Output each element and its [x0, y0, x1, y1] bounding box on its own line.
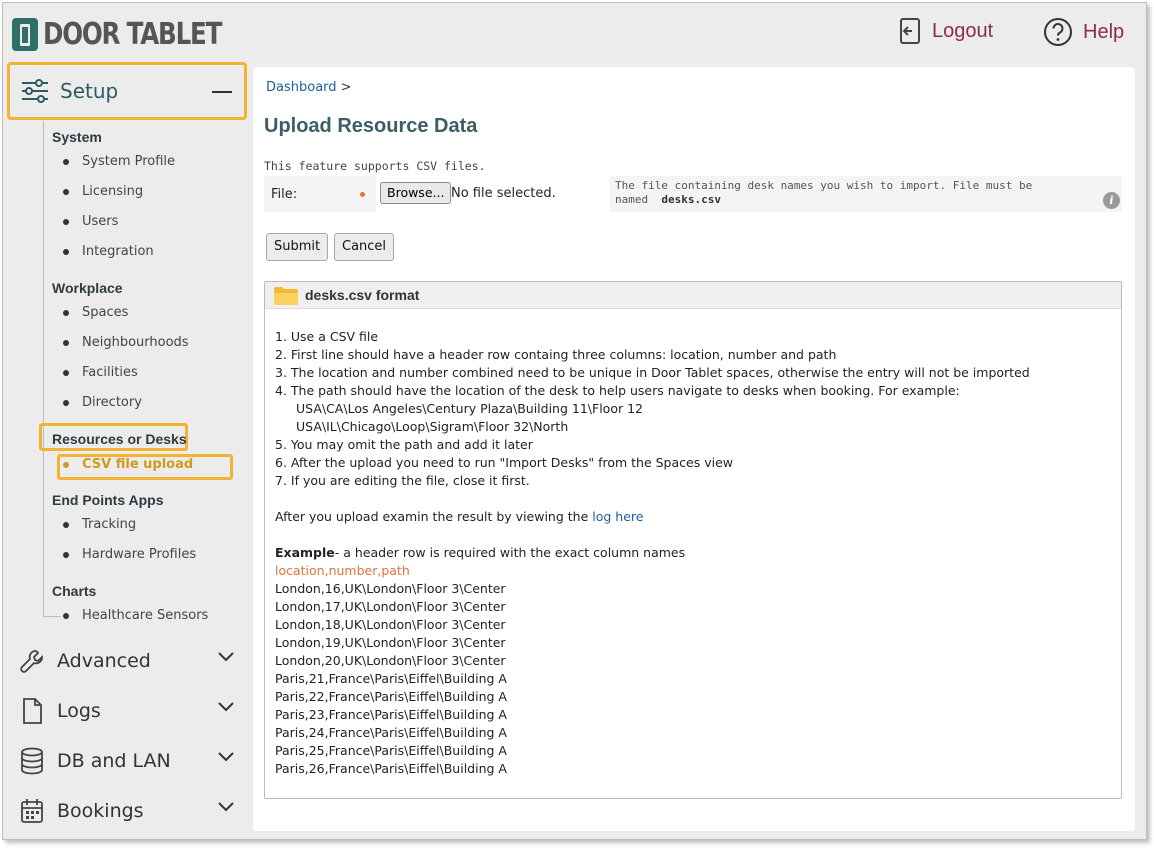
- app-window: DOOR TABLET Logout Help Setup System Sys…: [2, 2, 1147, 840]
- nav-logs[interactable]: Logs: [19, 693, 235, 729]
- logout-label: Logout: [932, 19, 994, 42]
- csv-row: Paris,26,France\Paris\Eiffel\Building A: [275, 761, 507, 776]
- cancel-button[interactable]: Cancel: [334, 233, 395, 261]
- logo-text: DOOR TABLET: [43, 16, 222, 52]
- sidebar-item-hardware-profiles[interactable]: Hardware Profiles: [63, 547, 196, 562]
- csv-row: London,16,UK\London\Floor 3\Center: [275, 581, 506, 596]
- logout-link[interactable]: Logout: [898, 17, 993, 45]
- format-instructions: 1. Use a CSV file 2. First line should h…: [275, 329, 1030, 776]
- collapse-minus-icon: [212, 91, 232, 93]
- door-logo-icon: [12, 17, 38, 51]
- feature-note: This feature supports CSV files.: [264, 159, 486, 173]
- calendar-icon: [21, 799, 43, 823]
- sidebar-item-system-profile[interactable]: System Profile: [63, 154, 175, 169]
- chevron-down-icon: [218, 802, 234, 812]
- nav-bookings[interactable]: Bookings: [19, 793, 235, 829]
- page-title: Upload Resource Data: [264, 115, 478, 137]
- chevron-down-icon: [218, 652, 234, 662]
- breadcrumb: Dashboard >: [266, 80, 352, 95]
- sidebar-item-healthcare-sensors[interactable]: Healthcare Sensors: [63, 608, 208, 623]
- group-charts: Charts: [52, 583, 97, 599]
- logout-icon: [900, 18, 920, 44]
- sidebar-item-tracking[interactable]: Tracking: [63, 517, 136, 532]
- file-icon: [23, 698, 42, 724]
- format-panel-header: desks.csv format: [265, 282, 1121, 309]
- format-panel: desks.csv format 1. Use a CSV file 2. Fi…: [264, 281, 1122, 799]
- logs-label: Logs: [57, 700, 101, 722]
- browse-button[interactable]: Browse...: [380, 182, 452, 204]
- example-heading: Example- a header row is required with t…: [275, 545, 686, 560]
- sidebar-item-integration[interactable]: Integration: [63, 244, 154, 259]
- main-panel: Dashboard > Upload Resource Data This fe…: [253, 67, 1135, 831]
- csv-row: London,18,UK\London\Floor 3\Center: [275, 617, 506, 632]
- wrench-icon: [20, 650, 43, 673]
- sidebar-item-neighbourhoods[interactable]: Neighbourhoods: [63, 335, 189, 350]
- csv-row: London,19,UK\London\Floor 3\Center: [275, 635, 506, 650]
- group-system: System: [52, 129, 102, 145]
- sidebar-item-users[interactable]: Users: [63, 214, 118, 229]
- sidebar-item-licensing[interactable]: Licensing: [63, 184, 143, 199]
- help-icon: [1044, 18, 1072, 46]
- breadcrumb-separator: >: [340, 80, 352, 95]
- chevron-down-icon: [218, 702, 234, 712]
- csv-row: Paris,25,France\Paris\Eiffel\Building A: [275, 743, 507, 758]
- group-resources-or-desks: Resources or Desks: [52, 431, 187, 447]
- nav-advanced[interactable]: Advanced: [19, 643, 235, 679]
- hint-filename: desks.csv: [661, 193, 721, 206]
- file-label: File:: [271, 187, 298, 202]
- format-title: desks.csv format: [305, 287, 420, 303]
- log-sentence: After you upload examin the result by vi…: [275, 509, 644, 524]
- file-row: File: Browse... No file selected. The fi…: [264, 176, 1122, 212]
- advanced-label: Advanced: [57, 650, 151, 672]
- db-and-lan-label: DB and LAN: [57, 750, 171, 772]
- csv-row: Paris,23,France\Paris\Eiffel\Building A: [275, 707, 507, 722]
- setup-label: Setup: [60, 79, 119, 103]
- csv-row: London,17,UK\London\Floor 3\Center: [275, 599, 506, 614]
- folder-icon: [274, 287, 298, 305]
- group-end-points-apps: End Points Apps: [52, 492, 164, 508]
- help-link[interactable]: Help: [1043, 17, 1124, 47]
- csv-row: Paris,24,France\Paris\Eiffel\Building A: [275, 725, 507, 740]
- csv-row: London,20,UK\London\Floor 3\Center: [275, 653, 506, 668]
- submit-button[interactable]: Submit: [266, 233, 329, 261]
- info-icon[interactable]: i: [1103, 192, 1120, 209]
- sidebar-item-csv-file-upload[interactable]: CSV file upload: [63, 457, 193, 472]
- chevron-down-icon: [218, 752, 234, 762]
- door-tablet-logo[interactable]: DOOR TABLET: [12, 16, 260, 52]
- csv-row: Paris,22,France\Paris\Eiffel\Building A: [275, 689, 507, 704]
- sidebar-item-directory[interactable]: Directory: [63, 395, 142, 410]
- csv-row: Paris,21,France\Paris\Eiffel\Building A: [275, 671, 507, 686]
- sliders-icon: [22, 79, 48, 103]
- breadcrumb-dashboard-link[interactable]: Dashboard: [266, 80, 337, 95]
- log-here-link[interactable]: log here: [592, 509, 643, 524]
- bookings-label: Bookings: [57, 800, 144, 822]
- sidebar-item-spaces[interactable]: Spaces: [63, 305, 128, 320]
- help-label: Help: [1083, 20, 1125, 43]
- file-hint: The file containing desk names you wish …: [615, 179, 1033, 206]
- sidebar-item-facilities[interactable]: Facilities: [63, 365, 138, 380]
- no-file-text: No file selected.: [451, 186, 556, 201]
- nav-db-and-lan[interactable]: DB and LAN: [19, 743, 235, 779]
- required-dot: [360, 192, 365, 197]
- group-workplace: Workplace: [52, 280, 123, 296]
- database-icon: [21, 747, 43, 775]
- setup-nav-toggle[interactable]: Setup: [7, 62, 247, 120]
- csv-header-row: location,number,path: [275, 563, 410, 578]
